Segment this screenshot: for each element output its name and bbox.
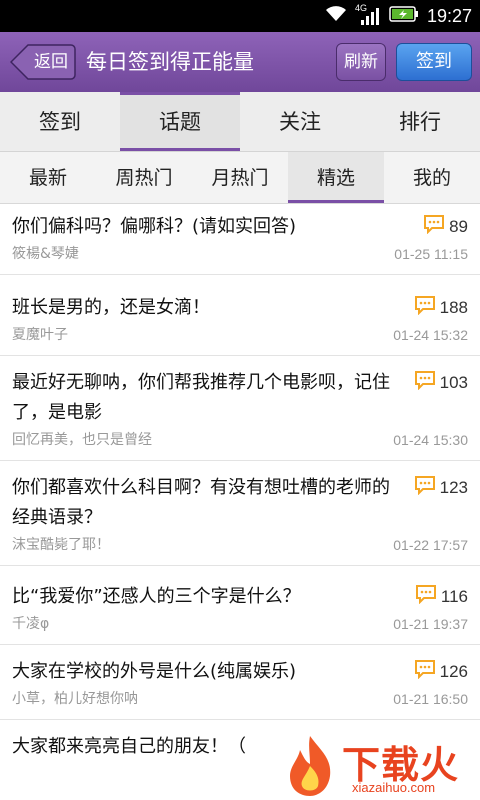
reply-count: 116 [415, 584, 468, 609]
reply-count-value: 89 [449, 216, 468, 236]
topic-time: 01-24 15:32 [393, 327, 468, 343]
status-bar: 4G 19:27 [0, 0, 480, 32]
watermark-url: xiazaihuo.com [352, 780, 436, 795]
subtab-weekly-hot[interactable]: 周热门 [96, 152, 192, 203]
comment-bubble-icon [414, 475, 436, 500]
tab-following[interactable]: 关注 [240, 92, 360, 151]
sub-tab-bar: 最新 周热门 月热门 精选 我的 [0, 152, 480, 204]
flame-icon [290, 736, 331, 796]
reply-count-value: 123 [439, 477, 468, 497]
list-item[interactable]: 比“我爱你”还感人的三个字是什么？ 千凌φ 01-21 19:37 116 [0, 566, 480, 645]
reply-count-value: 103 [439, 372, 468, 392]
list-item[interactable]: 你们都喜欢什么科目啊？有没有想吐槽的老师的经典语录？ 沫宝酷毙了耶！ 01-22… [0, 461, 480, 566]
comment-bubble-icon [415, 584, 437, 609]
main-tab-bar: 签到 话题 关注 排行 [0, 92, 480, 152]
back-button[interactable]: 返回 [10, 44, 76, 80]
topic-time: 01-21 16:50 [393, 691, 468, 707]
list-item[interactable]: 班长是男的，还是女滴！ 夏魔叶子 01-24 15:32 188 [0, 275, 480, 356]
reply-count-value: 126 [439, 661, 468, 681]
reply-count: 103 [414, 370, 468, 395]
comment-bubble-icon [414, 659, 436, 684]
list-item[interactable]: 你们偏科吗？偏哪科？(请如实回答) 筱楊&琴婕 01-25 11:15 89 [0, 204, 480, 275]
tab-signin[interactable]: 签到 [0, 92, 120, 151]
back-button-label: 返回 [34, 52, 68, 72]
subtab-latest[interactable]: 最新 [0, 152, 96, 203]
signal-icon: 4G [355, 3, 381, 27]
subtab-featured[interactable]: 精选 [288, 152, 384, 203]
list-item[interactable]: 最近好无聊呐，你们帮我推荐几个电影呗，记住了，是电影 回忆再美，也只是曾经 01… [0, 356, 480, 461]
reply-count: 123 [414, 475, 468, 500]
page-title: 每日签到得正能量 [86, 50, 254, 74]
topic-title: 大家在学校的外号是什么(纯属娱乐) [12, 661, 297, 682]
topic-title: 比“我爱你”还感人的三个字是什么？ [12, 586, 301, 607]
subtab-monthly-hot[interactable]: 月热门 [192, 152, 288, 203]
topic-title: 你们都喜欢什么科目啊？有没有想吐槽的老师的经典语录？ [12, 477, 390, 528]
topic-title: 班长是男的，还是女滴！ [12, 297, 210, 318]
battery-charging-icon [389, 5, 419, 27]
topic-time: 01-25 11:15 [394, 246, 468, 262]
reply-count-value: 116 [440, 586, 468, 606]
comment-bubble-icon [414, 295, 436, 320]
tab-topics[interactable]: 话题 [120, 92, 240, 151]
topic-time: 01-21 19:37 [393, 616, 468, 632]
signin-button[interactable]: 签到 [396, 43, 472, 81]
topic-time: 01-24 15:30 [393, 432, 468, 448]
comment-bubble-icon [423, 214, 445, 239]
reply-count: 89 [423, 214, 468, 239]
reply-count: 126 [414, 659, 468, 684]
status-time: 19:27 [426, 5, 472, 26]
reply-count-value: 188 [439, 297, 468, 317]
subtab-mine[interactable]: 我的 [384, 152, 480, 203]
topic-title: 你们偏科吗？偏哪科？(请如实回答) [12, 216, 297, 237]
refresh-button[interactable]: 刷新 [336, 43, 386, 81]
comment-bubble-icon [414, 370, 436, 395]
topic-title: 最近好无聊呐，你们帮我推荐几个电影呗，记住了，是电影 [12, 372, 390, 423]
wifi-icon [325, 5, 347, 27]
list-item[interactable]: 大家在学校的外号是什么(纯属娱乐) 小草，柏儿好想你呐 01-21 16:50 … [0, 645, 480, 720]
tab-ranking[interactable]: 排行 [360, 92, 480, 151]
app-header: 返回 每日签到得正能量 刷新 签到 [0, 32, 480, 92]
watermark-logo: 下载火 xiazaihuo.com [280, 732, 480, 800]
topic-list[interactable]: 你们偏科吗？偏哪科？(请如实回答) 筱楊&琴婕 01-25 11:15 89 班… [0, 204, 480, 800]
topic-time: 01-22 17:57 [393, 537, 468, 553]
reply-count: 188 [414, 295, 468, 320]
